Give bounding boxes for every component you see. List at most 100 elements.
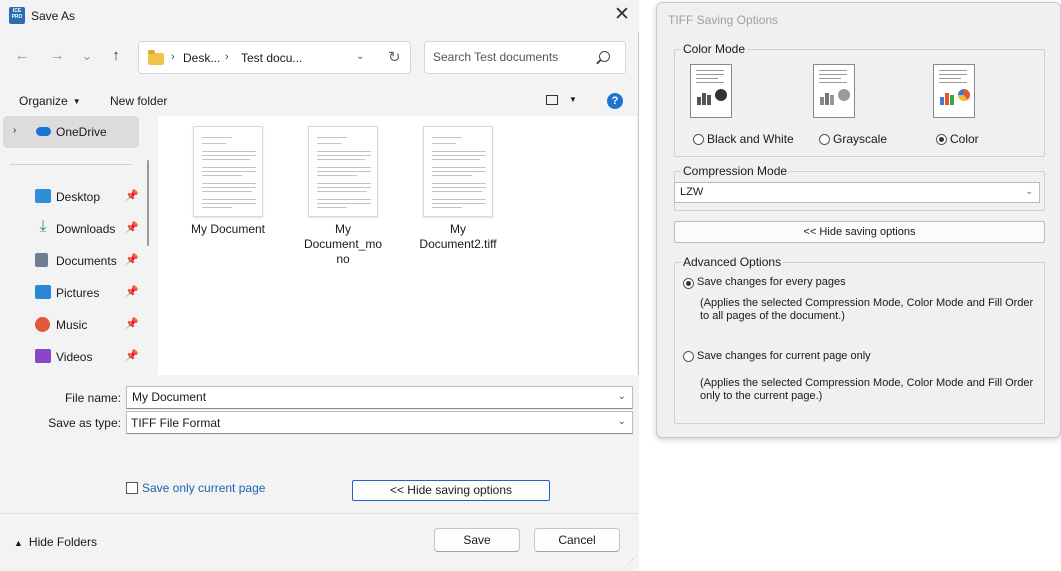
chevron-right-icon[interactable]: ›: [13, 125, 16, 136]
black-white-option[interactable]: [690, 64, 734, 120]
app-icon: ICE PRO: [9, 7, 25, 24]
sidebar-item-videos[interactable]: Videos 📌: [0, 343, 145, 371]
sidebar-item-label: OneDrive: [56, 125, 107, 139]
view-mode-icon[interactable]: [546, 95, 558, 105]
hide-saving-options-panel-button[interactable]: << Hide saving options: [674, 221, 1045, 243]
breadcrumb-desktop[interactable]: Desk...: [183, 51, 220, 65]
hide-folders-label: Hide Folders: [28, 535, 97, 549]
advanced-options-title: Advanced Options: [681, 255, 784, 269]
chevron-down-icon[interactable]: ⌄: [618, 391, 626, 402]
back-arrow-icon[interactable]: ←: [12, 48, 32, 64]
scrollbar[interactable]: [147, 160, 149, 246]
file-name: My Document_mono: [303, 222, 383, 266]
pin-icon[interactable]: 📌: [125, 285, 139, 298]
divider: [10, 164, 132, 165]
compression-mode-title: Compression Mode: [681, 164, 790, 178]
breadcrumb-separator-icon: ›: [225, 51, 229, 63]
color-radio[interactable]: [936, 134, 947, 145]
grayscale-label[interactable]: Grayscale: [833, 132, 887, 146]
save-current-page-checkbox[interactable]: [126, 482, 138, 494]
grayscale-document-icon: [813, 64, 857, 120]
chevron-down-icon[interactable]: ⌄: [1025, 186, 1033, 197]
sidebar-item-pictures[interactable]: Pictures 📌: [0, 279, 145, 307]
pin-icon[interactable]: 📌: [125, 349, 139, 362]
resize-grip-icon[interactable]: ⋰: [627, 558, 634, 566]
forward-arrow-icon[interactable]: →: [47, 48, 67, 64]
panel-title: TIFF Saving Options: [668, 13, 779, 27]
color-label[interactable]: Color: [950, 132, 979, 146]
document-thumbnail: [423, 126, 493, 217]
sidebar-item-label: Pictures: [56, 286, 100, 300]
caret-down-icon[interactable]: ▼: [569, 95, 577, 104]
save-as-type-value: TIFF File Format: [131, 416, 221, 430]
save-as-dialog: ICE PRO Save As ✕ ← → ⌄ ↑ › Desk... › Te…: [0, 0, 639, 571]
current-page-description: (Applies the selected Compression Mode, …: [700, 377, 1034, 402]
close-icon[interactable]: ✕: [612, 5, 632, 26]
refresh-icon[interactable]: ↻: [388, 48, 401, 66]
color-option[interactable]: [933, 64, 977, 120]
divider: [0, 513, 639, 514]
every-pages-radio[interactable]: [683, 278, 694, 289]
file-name: My Document: [190, 222, 266, 236]
pin-icon[interactable]: 📌: [125, 253, 139, 266]
search-input[interactable]: [433, 50, 593, 64]
file-name-input[interactable]: [132, 390, 602, 404]
current-page-label[interactable]: Save changes for current page only: [697, 350, 871, 362]
search-icon[interactable]: [599, 51, 610, 62]
every-pages-description: (Applies the selected Compression Mode, …: [700, 297, 1034, 322]
organize-menu[interactable]: Organize ▼: [19, 94, 81, 108]
sidebar-item-downloads[interactable]: ⤓ Downloads 📌: [0, 215, 145, 243]
up-arrow-icon[interactable]: ↑: [106, 48, 126, 64]
help-icon[interactable]: ?: [607, 93, 623, 109]
sidebar-item-onedrive[interactable]: › OneDrive: [3, 116, 139, 148]
breadcrumb-test-documents[interactable]: Test docu...: [241, 51, 302, 65]
pin-icon[interactable]: 📌: [125, 189, 139, 202]
navigation-pane: › OneDrive Desktop 📌 ⤓ Downloads 📌 Docum…: [0, 116, 153, 375]
dialog-title: Save As: [31, 9, 76, 23]
breadcrumb-separator-icon: ›: [171, 51, 175, 63]
file-item[interactable]: My Document: [178, 126, 278, 237]
save-current-page-label[interactable]: Save only current page: [142, 481, 265, 495]
grayscale-radio[interactable]: [819, 134, 830, 145]
document-thumbnail: [193, 126, 263, 217]
chevron-up-icon: ▲: [14, 538, 23, 548]
file-list: My Document My Document_mono My Document…: [158, 116, 637, 375]
sidebar-item-desktop[interactable]: Desktop 📌: [0, 183, 145, 211]
cancel-button[interactable]: Cancel: [534, 528, 620, 552]
file-item[interactable]: My Document_mono: [293, 126, 393, 267]
documents-icon: [35, 253, 48, 267]
hide-folders-button[interactable]: ▲ Hide Folders: [14, 535, 97, 549]
title-bar: ICE PRO Save As ✕: [0, 0, 639, 32]
sidebar-item-documents[interactable]: Documents 📌: [0, 247, 145, 275]
address-bar[interactable]: › Desk... › Test docu... ⌄ ↻: [138, 41, 411, 74]
file-name-label: File name:: [64, 391, 121, 405]
compression-select[interactable]: LZW ⌄: [674, 182, 1040, 203]
file-item[interactable]: My Document2.tiff: [408, 126, 508, 252]
desktop-icon: [35, 189, 51, 203]
command-toolbar: Organize ▼ New folder ▼ ?: [0, 88, 639, 114]
save-form: File name: ⌄ Save as type: TIFF File For…: [0, 375, 639, 571]
tiff-saving-options-panel: TIFF Saving Options Color Mode Black and…: [656, 2, 1061, 438]
sidebar-item-label: Videos: [56, 350, 93, 364]
current-page-radio[interactable]: [683, 351, 694, 362]
black-white-label[interactable]: Black and White: [707, 132, 794, 146]
save-as-type-select[interactable]: TIFF File Format ⌄: [126, 411, 633, 434]
sidebar-item-music[interactable]: Music 📌: [0, 311, 145, 339]
every-pages-label[interactable]: Save changes for every pages: [697, 276, 846, 288]
chevron-down-icon[interactable]: ⌄: [618, 416, 626, 427]
new-folder-button[interactable]: New folder: [110, 94, 167, 108]
grayscale-option[interactable]: [813, 64, 857, 120]
file-name-field[interactable]: ⌄: [126, 386, 633, 409]
save-as-type-label: Save as type:: [48, 416, 121, 430]
black-white-radio[interactable]: [693, 134, 704, 145]
save-button[interactable]: Save: [434, 528, 520, 552]
compression-mode-group: Compression Mode LZW ⌄: [674, 164, 1045, 211]
pin-icon[interactable]: 📌: [125, 317, 139, 330]
file-name: My Document2.tiff: [419, 222, 497, 251]
recent-locations-chevron-icon[interactable]: ⌄: [77, 48, 97, 64]
pin-icon[interactable]: 📌: [125, 221, 139, 234]
search-box[interactable]: [424, 41, 626, 74]
chevron-down-icon[interactable]: ⌄: [356, 51, 364, 62]
organize-label: Organize: [19, 94, 68, 108]
hide-saving-options-button[interactable]: << Hide saving options: [352, 480, 550, 501]
